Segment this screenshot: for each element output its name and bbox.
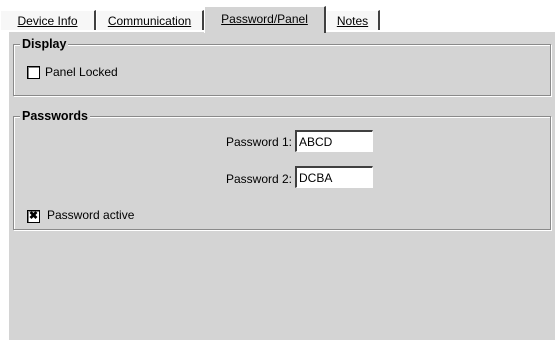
tab-communication-label: Communication <box>107 14 192 28</box>
password2-label: Password 2: <box>225 172 292 186</box>
tab-communication[interactable]: Communication <box>96 10 204 30</box>
password2-input[interactable] <box>295 166 373 188</box>
panel-locked-checkbox[interactable] <box>27 66 40 79</box>
display-group-title: Display <box>20 37 69 51</box>
tab-password-panel[interactable]: Password/Panel <box>204 6 326 33</box>
display-group: Display Panel Locked <box>13 37 551 96</box>
tab-panel-password: Display Panel Locked Passwords Password … <box>8 31 555 340</box>
password1-input[interactable] <box>295 130 373 152</box>
password1-label: Password 1: <box>225 135 292 149</box>
password-active-label[interactable]: Password active <box>47 208 134 222</box>
tab-notes-label: Notes <box>336 14 369 28</box>
passwords-group-title: Passwords <box>20 109 91 123</box>
tab-device-info[interactable]: Device Info <box>0 10 96 30</box>
tab-password-panel-label: Password/Panel <box>221 12 308 26</box>
panel-locked-label[interactable]: Panel Locked <box>45 65 118 79</box>
password-active-checkbox[interactable]: ✖ <box>27 210 40 223</box>
tab-device-info-label: Device Info <box>17 14 78 28</box>
tab-notes[interactable]: Notes <box>326 10 380 30</box>
passwords-group: Passwords Password 1: Password 2: ✖ Pass… <box>13 109 551 230</box>
tab-strip: Device Info Communication Password/Panel… <box>0 0 555 33</box>
